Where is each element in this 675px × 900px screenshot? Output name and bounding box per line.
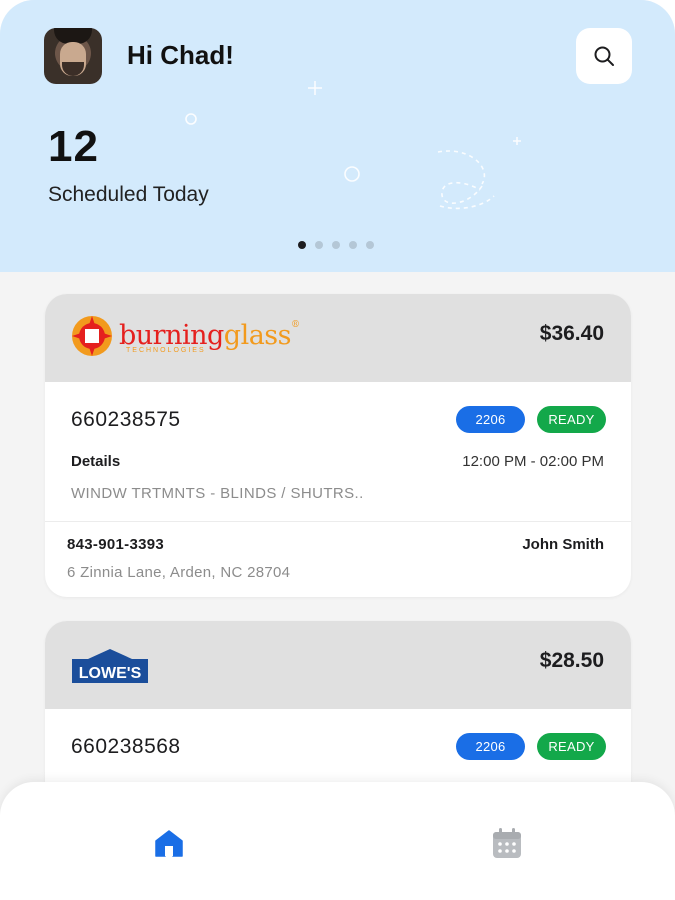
carousel-dot[interactable] — [349, 241, 357, 249]
greeting-text: Hi Chad! — [127, 40, 234, 70]
job-price: $36.40 — [539, 322, 604, 345]
card-divider — [45, 521, 631, 522]
nav-calendar-button[interactable] — [491, 826, 523, 860]
carousel-dot[interactable] — [366, 241, 374, 249]
carousel-dot[interactable] — [298, 241, 306, 249]
status-badge: READY — [537, 406, 606, 433]
summary-header: Hi Chad! 12 Scheduled Today — [0, 0, 675, 272]
status-badge: READY — [537, 733, 606, 760]
app-screen: Hi Chad! 12 Scheduled Today burningglass… — [0, 0, 675, 900]
carousel-indicator — [298, 241, 374, 249]
scheduled-label: Scheduled Today — [48, 183, 209, 206]
card-header: burningglass® TECHNOLOGIES $36.40 — [45, 294, 631, 382]
home-icon — [155, 830, 183, 857]
job-price: $28.50 — [539, 649, 604, 672]
card-header: LOWE'S $28.50 — [45, 621, 631, 709]
time-window: 12:00 PM - 02:00 PM — [462, 453, 604, 470]
brand-word-glass: glass — [223, 320, 292, 351]
bottom-navigation — [0, 782, 675, 900]
user-avatar[interactable] — [44, 28, 102, 84]
carousel-dot[interactable] — [332, 241, 340, 249]
brand-subtitle: TECHNOLOGIES — [126, 347, 206, 354]
search-button[interactable] — [576, 28, 632, 84]
code-badge: 2206 — [456, 733, 525, 760]
job-address[interactable]: 6 Zinnia Lane, Arden, NC 28704 — [67, 564, 290, 581]
contact-phone[interactable]: 843-901-3393 — [67, 536, 164, 553]
lowes-logo: LOWE'S — [72, 649, 148, 688]
brand-registered-mark: ® — [291, 320, 300, 330]
job-description: WINDW TRTMNTS - BLINDS / SHUTRS.. — [71, 485, 364, 502]
order-number: 660238575 — [71, 408, 181, 431]
job-card[interactable]: burningglass® TECHNOLOGIES $36.40 660238… — [45, 294, 631, 597]
carousel-dot[interactable] — [315, 241, 323, 249]
order-number: 660238568 — [71, 735, 181, 758]
lowes-logo-text: LOWE'S — [79, 665, 142, 682]
details-label: Details — [71, 453, 121, 470]
code-badge: 2206 — [456, 406, 525, 433]
calendar-icon — [493, 828, 521, 858]
search-icon — [594, 46, 614, 66]
contact-name: John Smith — [522, 536, 604, 553]
scheduled-count: 12 — [48, 122, 99, 171]
nav-home-button[interactable] — [153, 826, 185, 860]
